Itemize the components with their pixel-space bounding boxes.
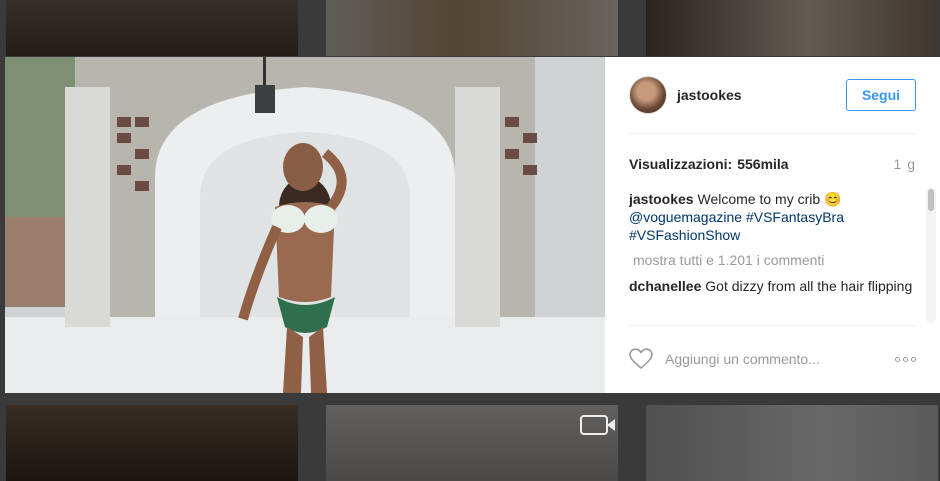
list-item: dchanellee Got dizzy from all the hair f…: [629, 277, 916, 295]
video-camera-icon: [580, 415, 615, 435]
header-divider: [629, 133, 916, 134]
add-comment-input[interactable]: [663, 350, 895, 368]
comment-text: Got dizzy from all the hair flipping: [705, 278, 913, 294]
mention-link[interactable]: @voguemagazine: [629, 209, 742, 225]
feed-thumbnail[interactable]: [646, 0, 938, 56]
post-time-ago[interactable]: 1 g: [894, 156, 916, 172]
views-label: Visualizzazioni:: [629, 156, 733, 172]
feed-thumbnail[interactable]: [6, 0, 298, 56]
post-video[interactable]: [5, 57, 605, 393]
hashtag-link[interactable]: #VSFashionShow: [629, 227, 740, 243]
comment-username[interactable]: dchanellee: [629, 278, 701, 294]
feed-thumbnail[interactable]: [326, 0, 618, 56]
heart-icon[interactable]: [629, 348, 653, 370]
caption-username[interactable]: jastookes: [629, 191, 694, 207]
post-author-username[interactable]: jastookes: [677, 87, 742, 103]
hashtag-link[interactable]: #VSFantasyBra: [746, 209, 844, 225]
caption: jastookes Welcome to my crib 😊 @voguemag…: [629, 190, 916, 244]
post-modal: jastookes Segui Visualizzazioni: 556mila…: [5, 57, 940, 393]
caption-text: Welcome to my crib: [697, 191, 821, 207]
video-frame-illustration: [5, 57, 605, 393]
show-all-comments-link[interactable]: mostra tutti e 1.201 i commenti: [633, 251, 916, 269]
more-options-icon[interactable]: [895, 356, 916, 362]
footer-divider: [629, 325, 916, 326]
comments-list: jastookes Welcome to my crib 😊 @voguemag…: [629, 190, 916, 322]
post-footer: [629, 347, 916, 371]
follow-button[interactable]: Segui: [846, 79, 916, 111]
post-details-panel: jastookes Segui Visualizzazioni: 556mila…: [605, 57, 940, 393]
post-stats: Visualizzazioni: 556mila 1 g: [629, 156, 916, 172]
feed-thumbnail[interactable]: [646, 405, 938, 481]
scrollbar-thumb[interactable]: [928, 189, 934, 211]
avatar[interactable]: [629, 76, 667, 114]
views-count: 556mila: [737, 156, 789, 172]
post-header: jastookes Segui: [629, 75, 916, 115]
comments-scrollbar[interactable]: [926, 187, 936, 323]
feed-thumbnail[interactable]: [6, 405, 298, 481]
feed-thumbnail-video[interactable]: [326, 405, 618, 481]
smile-emoji: 😊: [824, 191, 842, 207]
